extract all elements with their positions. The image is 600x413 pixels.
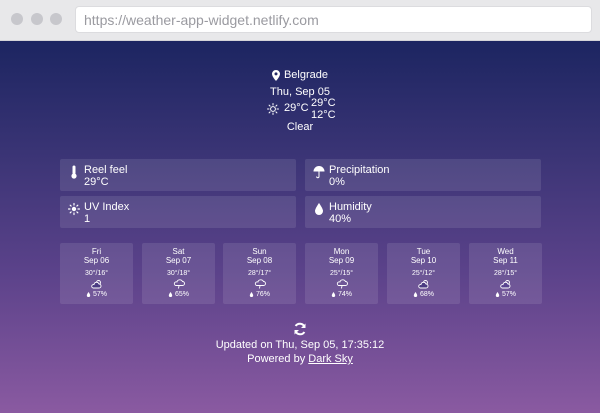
rain-icon [254,279,266,289]
metric-label: Humidity [329,201,372,213]
forecast-weekday: Tue [416,247,431,256]
metric-label: UV Index [84,201,130,213]
current-weather: 29°C 29°C 12°C [0,97,600,123]
forecast-humidity-value: 65% [174,291,189,298]
forecast-date: Sep 09 [328,256,355,265]
forecast-temps: 25°/15° [329,270,354,277]
forecast-temps: 30°/18° [166,270,191,277]
window-close-dot[interactable] [11,13,23,25]
rain-icon [173,279,185,289]
forecast-temps: 28°/15° [493,270,518,277]
droplet-icon [86,292,91,297]
forecast-humidity: 76% [223,291,296,298]
current-condition: Clear [286,121,314,133]
droplet-icon [249,292,254,297]
header: Belgrade Thu, Sep 05 [0,67,600,98]
window-minimize-dot[interactable] [31,13,43,25]
forecast-humidity-value: 57% [501,291,516,298]
forecast-weekday: Fri [91,247,102,256]
metric-value: 29°C [84,176,109,188]
partly-cloudy-icon [417,280,428,289]
dark-sky-link[interactable]: Dark Sky [308,353,353,365]
refresh-icon[interactable] [293,322,307,336]
browser-chrome: https://weather-app-widget.netlify.com [0,0,600,41]
forecast-day: Mon Sep 09 25°/15° 74% [305,243,378,304]
low-temperature: 12°C [311,109,336,121]
metric-value: 0% [329,176,345,188]
forecast-date: Sep 06 [83,256,110,265]
forecast-weekday: Sun [252,247,267,256]
forecast-humidity-value: 57% [92,291,107,298]
droplet-icon [413,292,418,297]
partly-cloudy-icon [499,280,510,289]
weather-widget: Belgrade Thu, Sep 05 29°C 29°C 12°C Clea… [0,41,600,413]
forecast-humidity: 57% [469,291,542,298]
umbrella-icon [313,166,325,179]
location-row: Belgrade [0,67,600,83]
powered-by: Powered by Dark Sky [0,352,600,366]
updated-timestamp: Updated on Thu, Sep 05, 17:35:12 [215,339,385,351]
forecast-weekday: Wed [497,247,514,256]
forecast-weekday: Mon [333,247,350,256]
location-pin-icon [271,69,280,81]
high-temperature: 29°C [311,97,336,109]
powered-by-label: Powered by [247,353,306,365]
forecast-date: Sep 07 [165,256,192,265]
metric-uv-index: UV Index 1 [60,196,296,228]
metric-real-feel: Reel feel 29°C [60,159,296,191]
droplet-icon [315,203,323,215]
forecast-humidity: 57% [60,291,133,298]
forecast-temps: 25°/12° [411,270,436,277]
forecast-date: Sep 08 [246,256,273,265]
forecast-temps: 30°/16° [84,270,109,277]
forecast-weekday: Sat [172,247,185,256]
droplet-icon [168,292,173,297]
sun-icon [267,103,279,115]
thermometer-icon [71,165,77,179]
droplet-icon [495,292,500,297]
rain-icon [336,279,348,289]
address-bar[interactable]: https://weather-app-widget.netlify.com [75,6,592,33]
partly-cloudy-icon [90,280,101,289]
metric-value: 40% [329,213,352,225]
location-name: Belgrade [283,69,329,81]
metric-label: Precipitation [329,164,390,176]
forecast-day: Sun Sep 08 28°/17° 76% [223,243,296,304]
forecast-day: Sat Sep 07 30°/18° 65% [142,243,215,304]
metric-precipitation: Precipitation 0% [305,159,541,191]
window-maximize-dot[interactable] [50,13,62,25]
forecast-humidity: 68% [387,291,460,298]
metric-value: 1 [84,213,91,225]
forecast-humidity: 65% [142,291,215,298]
high-low: 29°C 12°C [311,97,336,121]
forecast-day: Tue Sep 10 25°/12° 68% [387,243,460,304]
forecast-humidity-value: 74% [337,291,352,298]
current-temperature: 29°C [284,102,309,114]
forecast-humidity: 74% [305,291,378,298]
forecast-temps: 28°/17° [247,270,272,277]
metric-label: Reel feel [84,164,128,176]
forecast-day: Fri Sep 06 30°/16° 57% [60,243,133,304]
droplet-icon [331,292,336,297]
forecast-date: Sep 11 [493,256,518,265]
forecast-date: Sep 10 [410,256,437,265]
metric-humidity: Humidity 40% [305,196,541,228]
forecast-humidity-value: 76% [255,291,270,298]
forecast-day: Wed Sep 11 28°/15° 57% [469,243,542,304]
footer: Updated on Thu, Sep 05, 17:35:12 Powered… [0,322,600,366]
forecast-humidity-value: 68% [419,291,434,298]
uv-sun-icon [68,202,80,216]
